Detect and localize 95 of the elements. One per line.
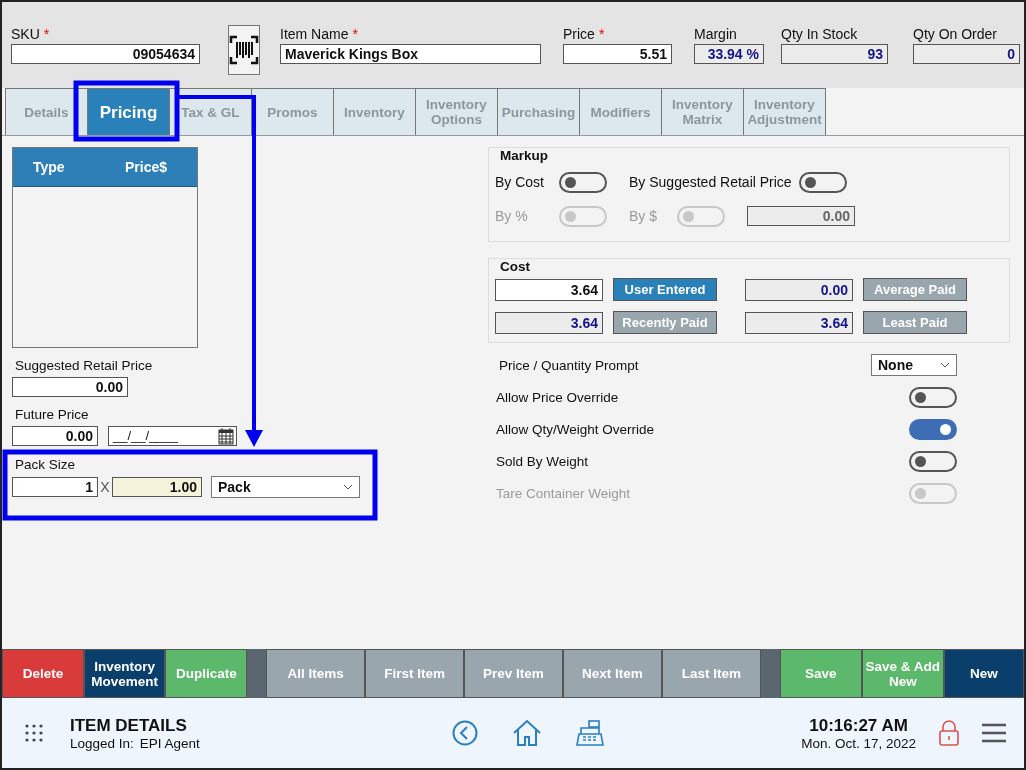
lock-icon (938, 720, 960, 746)
input-field: 33.94 % (694, 44, 764, 64)
input-field[interactable]: 0.00 (12, 426, 98, 446)
unit-dropdown[interactable]: Pack (211, 476, 360, 498)
field-label: Margin (694, 26, 737, 44)
home-icon (511, 719, 542, 747)
toggle-switch[interactable] (909, 450, 957, 472)
input-field: 0.00 (745, 278, 853, 301)
tab[interactable]: Inventory Options (415, 88, 498, 135)
action-button[interactable]: Delete (2, 649, 85, 698)
section-title: Markup (498, 148, 550, 163)
chevron-down-icon (940, 362, 950, 368)
toggle-label: By $ (629, 208, 658, 224)
action-button[interactable]: Inventory Movement (84, 649, 166, 698)
action-button[interactable]: Next Item (562, 649, 662, 698)
tab[interactable]: Purchasing (497, 88, 580, 135)
action-button[interactable]: Last Item (661, 649, 761, 698)
input-field[interactable]: 0.00 (12, 377, 128, 397)
toggle-label: Allow Qty/Weight Override (496, 421, 655, 437)
home-button[interactable] (511, 719, 542, 747)
field-label: Future Price (15, 407, 90, 422)
clock-time: 10:16:27 AM (808, 715, 909, 736)
field-label: Pack Size (15, 457, 77, 472)
toggle-label: By Suggested Retail Price (629, 174, 793, 190)
date-field[interactable]: __/__/____ (108, 426, 237, 446)
cost-option-button[interactable]: Least Paid (863, 311, 967, 334)
required-asterisk: * (352, 26, 358, 44)
action-button[interactable]: First Item (365, 649, 464, 698)
field-label: Price / Quantity Prompt (499, 357, 639, 373)
tab[interactable]: Inventory (333, 88, 416, 135)
input-field[interactable]: 1 (12, 477, 98, 497)
action-button[interactable]: All Items (266, 649, 366, 698)
field-label: SKU (11, 26, 40, 44)
field-label: Item Name (280, 26, 349, 44)
chevron-down-icon (343, 484, 353, 490)
column-header: Type (32, 159, 66, 175)
toggle-label: Allow Price Override (496, 389, 619, 405)
field-label: Price (563, 26, 595, 44)
field-label: Suggested Retail Price (15, 358, 154, 373)
toggle-switch[interactable] (559, 171, 607, 193)
toggle-switch[interactable] (909, 386, 957, 408)
user-name: EPI Agent (139, 735, 200, 751)
toggle-switch[interactable] (909, 418, 957, 440)
action-button[interactable]: Save (779, 649, 862, 698)
barcode-icon (229, 35, 259, 65)
back-icon (451, 720, 478, 746)
lock-button[interactable] (938, 720, 960, 746)
input-field: 0 (913, 44, 1020, 64)
toggle-switch[interactable] (799, 171, 847, 193)
toggle-label: Sold By Weight (496, 453, 589, 469)
field-label: Qty On Order (913, 26, 998, 44)
tab[interactable]: Details (5, 88, 88, 135)
cost-option-button[interactable]: Recently Paid (613, 311, 717, 334)
cost-option-button[interactable]: User Entered (613, 278, 717, 301)
required-asterisk: * (43, 26, 50, 44)
barcode-scan-button[interactable] (228, 25, 260, 75)
apps-grid-button[interactable] (24, 723, 44, 743)
cost-option-button[interactable]: Average Paid (863, 278, 967, 301)
tab[interactable]: Pricing (87, 88, 170, 135)
action-button[interactable]: Save & Add New (861, 649, 944, 698)
action-button[interactable]: Prev Item (464, 649, 563, 698)
action-button[interactable]: New (943, 649, 1024, 698)
cash-register-icon (575, 720, 604, 746)
input-field[interactable]: 3.64 (495, 278, 603, 301)
multiply-sign: X (99, 479, 111, 495)
tab[interactable]: Inventory Adjustment (743, 88, 826, 135)
tab[interactable]: Promos (251, 88, 334, 135)
register-button[interactable] (575, 720, 604, 746)
logged-in-label: Logged In: (70, 735, 134, 751)
prompt-dropdown[interactable]: None (871, 354, 957, 376)
input-field: 3.64 (495, 311, 603, 334)
toggle-label: Tare Container Weight (496, 485, 631, 501)
input-field[interactable]: 1.00 (112, 477, 202, 497)
input-field: 3.64 (745, 311, 853, 334)
clock-date: Mon. Oct. 17, 2022 (801, 735, 916, 751)
input-field: 93 (781, 44, 888, 64)
action-button[interactable]: Duplicate (165, 649, 248, 698)
menu-button[interactable] (982, 723, 1006, 743)
screen-title: ITEM DETAILS (70, 715, 188, 736)
input-field[interactable]: Maverick Kings Box (280, 44, 541, 64)
toggle-label: By Cost (495, 174, 545, 190)
calendar-icon (218, 427, 234, 445)
toggle-label: By % (495, 208, 529, 224)
input-field: 0.00 (747, 206, 855, 226)
menu-icon (982, 723, 1006, 743)
field-label: Qty In Stock (781, 26, 858, 44)
input-field[interactable]: 09054634 (11, 44, 200, 64)
section-title: Cost (498, 259, 532, 274)
tab[interactable]: Inventory Matrix (661, 88, 744, 135)
tab[interactable]: Modifiers (579, 88, 662, 135)
grid-icon (24, 723, 44, 743)
input-field[interactable]: 5.51 (563, 44, 672, 64)
back-button[interactable] (451, 720, 478, 746)
required-asterisk: * (598, 26, 605, 44)
column-header: Price$ (124, 159, 169, 175)
